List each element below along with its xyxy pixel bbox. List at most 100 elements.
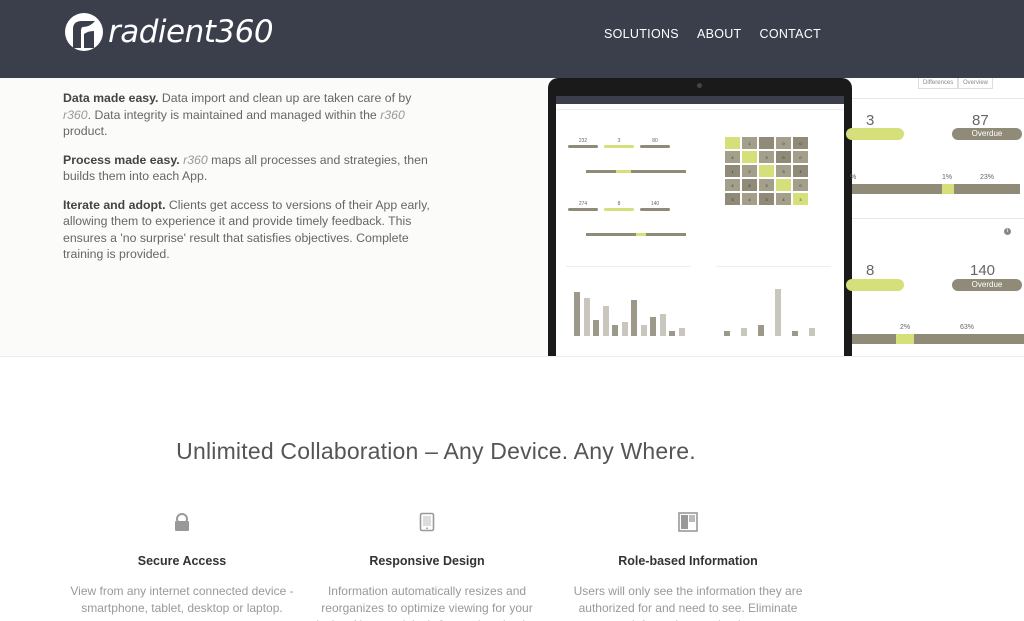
info-icon[interactable]: i bbox=[1004, 228, 1011, 235]
feature-text: Information automatically resizes and re… bbox=[312, 584, 541, 621]
bar-fill bbox=[896, 334, 914, 344]
stat-value: 140 bbox=[650, 201, 660, 207]
divider bbox=[852, 98, 1024, 99]
matrix-cell bbox=[758, 136, 775, 150]
dashboard-fragment: Differences Overview 3 87 Overdue % 1% 2… bbox=[846, 78, 1024, 356]
stat: 274 bbox=[568, 201, 598, 211]
matrix-cell: 3 bbox=[724, 192, 741, 206]
matrix-cell: 3 bbox=[792, 192, 809, 206]
logo-mark-icon bbox=[65, 13, 103, 51]
brand: r360 bbox=[380, 107, 405, 122]
chart-bar bbox=[612, 325, 618, 336]
text: . Data integrity is maintained and manag… bbox=[87, 107, 381, 122]
feature-title: Responsive Design bbox=[369, 554, 485, 568]
paragraph-data: Data made easy. Data import and clean up… bbox=[63, 90, 433, 140]
feature-role-based: Role-based Information Users will only s… bbox=[563, 512, 813, 621]
matrix-cell: 4 bbox=[741, 192, 758, 206]
progress-fill bbox=[636, 233, 646, 236]
hero-copy: Data made easy. Data import and clean up… bbox=[63, 90, 433, 275]
brand: r360 bbox=[63, 107, 88, 122]
matrix-cell: 0 bbox=[792, 136, 809, 150]
tablet-mockup: 232 3 80 274 8 140 10043001234463034343 bbox=[548, 78, 852, 356]
matrix-cell: 3 bbox=[758, 192, 775, 206]
matrix-cell bbox=[775, 178, 792, 192]
bar-fill bbox=[942, 184, 954, 194]
pct-label: % bbox=[850, 174, 857, 181]
camera-dot bbox=[697, 83, 702, 88]
feature-text: Users will only see the information they… bbox=[573, 584, 803, 621]
matrix-cell bbox=[741, 150, 758, 164]
logo[interactable]: radient360 bbox=[64, 12, 274, 52]
site-header: radient360 SOLUTIONS ABOUT CONTACT bbox=[0, 0, 1024, 78]
chart-bar bbox=[602, 305, 609, 336]
chart-bar bbox=[583, 297, 590, 336]
matrix-cell: 3 bbox=[758, 178, 775, 192]
nav-about[interactable]: ABOUT bbox=[697, 27, 742, 41]
metric-value: 87 bbox=[972, 112, 989, 129]
tab-overview[interactable]: Overview bbox=[958, 78, 994, 89]
stat: 140 bbox=[640, 201, 670, 211]
distribution-bar bbox=[852, 184, 1020, 194]
chart-bar bbox=[593, 319, 599, 336]
matrix-cell: 4 bbox=[792, 164, 809, 178]
stat-value: 3 bbox=[617, 138, 621, 144]
stats-row-2: 274 8 140 bbox=[568, 201, 670, 211]
tablet-icon bbox=[302, 512, 552, 534]
chart-bar bbox=[792, 330, 798, 336]
brand: r360 bbox=[183, 152, 208, 167]
paragraph-process: Process made easy. r360 maps all process… bbox=[63, 152, 433, 185]
stat: 80 bbox=[640, 138, 670, 148]
stat-value: 80 bbox=[652, 138, 658, 144]
app-topbar bbox=[556, 96, 844, 104]
stat-bar bbox=[604, 208, 634, 211]
matrix-cell: 4 bbox=[775, 192, 792, 206]
status-pill bbox=[846, 279, 904, 291]
nav-solutions[interactable]: SOLUTIONS bbox=[604, 27, 679, 41]
pct-label: 1% bbox=[942, 174, 953, 181]
stat: 232 bbox=[568, 138, 598, 148]
chart-bar bbox=[775, 289, 781, 336]
lead-data: Data made easy. bbox=[63, 91, 159, 105]
lead-iterate: Iterate and adopt. bbox=[63, 197, 166, 212]
metric-value: 8 bbox=[866, 262, 875, 279]
stat-value: 232 bbox=[578, 138, 588, 144]
feature-responsive-design: Responsive Design Information automatica… bbox=[302, 512, 552, 621]
chart-bar bbox=[678, 327, 685, 336]
chart-bar bbox=[631, 300, 637, 336]
divider bbox=[852, 218, 1024, 219]
tab-differences[interactable]: Differences bbox=[918, 78, 959, 89]
feature-title: Secure Access bbox=[137, 554, 227, 568]
tablet-screen: 232 3 80 274 8 140 10043001234463034343 bbox=[556, 96, 844, 356]
risk-matrix: 10043001234463034343 bbox=[724, 136, 809, 206]
matrix-cell: 0 bbox=[792, 150, 809, 164]
progress-track bbox=[586, 233, 686, 236]
app-breadcrumb bbox=[556, 104, 844, 110]
feature-title: Role-based Information bbox=[618, 554, 758, 568]
logo-text: radient360 bbox=[108, 14, 274, 50]
matrix-cell: 2 bbox=[741, 164, 758, 178]
metric-value: 3 bbox=[866, 112, 875, 129]
chart-bar bbox=[659, 314, 666, 336]
chart-bar bbox=[809, 327, 815, 336]
main-nav: SOLUTIONS ABOUT CONTACT bbox=[604, 27, 821, 41]
lock-icon bbox=[57, 512, 307, 534]
chart-bar bbox=[741, 327, 747, 336]
paragraph-iterate: Iterate and adopt. Clients get access to… bbox=[63, 197, 433, 263]
text: Data import and clean up are taken care … bbox=[158, 91, 412, 105]
chart-bar bbox=[640, 325, 647, 336]
nav-contact[interactable]: CONTACT bbox=[760, 27, 822, 41]
chart-bar bbox=[621, 322, 628, 336]
matrix-cell: 6 bbox=[741, 178, 758, 192]
stat: 3 bbox=[604, 138, 634, 148]
feature-text: View from any internet connected device … bbox=[70, 584, 294, 615]
status-pill bbox=[846, 128, 904, 140]
stat-bar bbox=[640, 208, 670, 211]
pct-label: 23% bbox=[980, 174, 995, 181]
pct-label: 2% bbox=[900, 324, 911, 331]
chart-bar bbox=[574, 292, 580, 336]
progress-track bbox=[586, 170, 686, 173]
matrix-cell: 0 bbox=[775, 136, 792, 150]
chart-bar bbox=[758, 325, 764, 336]
progress-fill bbox=[616, 170, 631, 173]
matrix-cell bbox=[724, 136, 741, 150]
